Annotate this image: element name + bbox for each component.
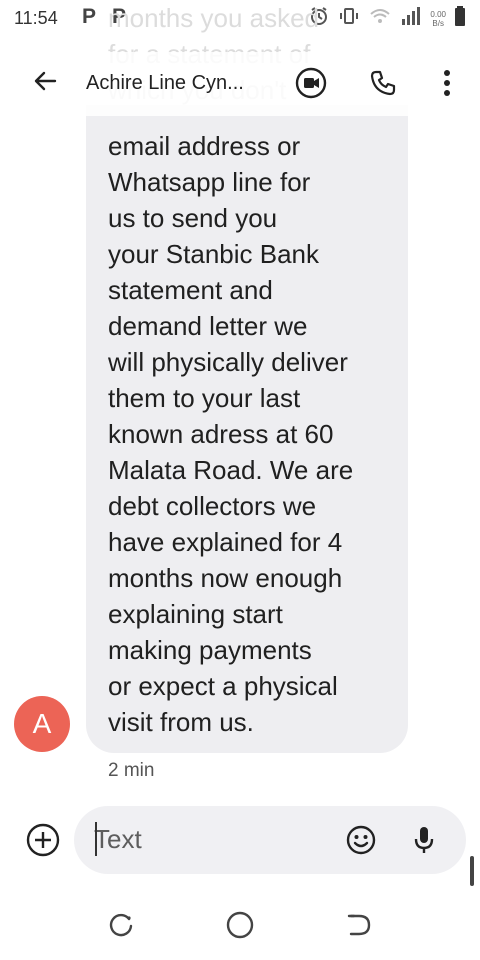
- contact-name[interactable]: Achire Line Cyn...: [86, 72, 244, 95]
- compose-box: [74, 806, 466, 874]
- avatar-letter: A: [32, 708, 52, 739]
- message-text: email address or Whatsapp line for us to…: [108, 131, 354, 737]
- status-time: 11:54: [14, 8, 58, 28]
- message-input[interactable]: [94, 824, 344, 855]
- add-circle-icon[interactable]: [24, 821, 62, 859]
- system-nav-bar: [0, 890, 480, 960]
- recent-apps-icon[interactable]: [104, 908, 138, 942]
- app-notification-icon: P: [82, 5, 97, 28]
- battery-icon: [454, 5, 466, 32]
- home-icon[interactable]: [223, 908, 257, 942]
- video-call-icon[interactable]: [294, 66, 328, 100]
- text-cursor: [95, 822, 97, 856]
- network-speed: 0.00 B/s: [430, 9, 446, 28]
- back-icon[interactable]: [342, 908, 376, 942]
- avatar[interactable]: A: [14, 696, 70, 752]
- emoji-icon[interactable]: [344, 823, 378, 857]
- app-bar: Achire Line Cyn...: [0, 52, 480, 116]
- more-vert-icon[interactable]: [430, 66, 464, 100]
- phone-icon[interactable]: [366, 66, 400, 100]
- microphone-icon[interactable]: [407, 823, 441, 857]
- scroll-handle[interactable]: [470, 856, 474, 886]
- message-timestamp: 2 min: [108, 760, 155, 781]
- back-arrow-icon[interactable]: [28, 64, 62, 98]
